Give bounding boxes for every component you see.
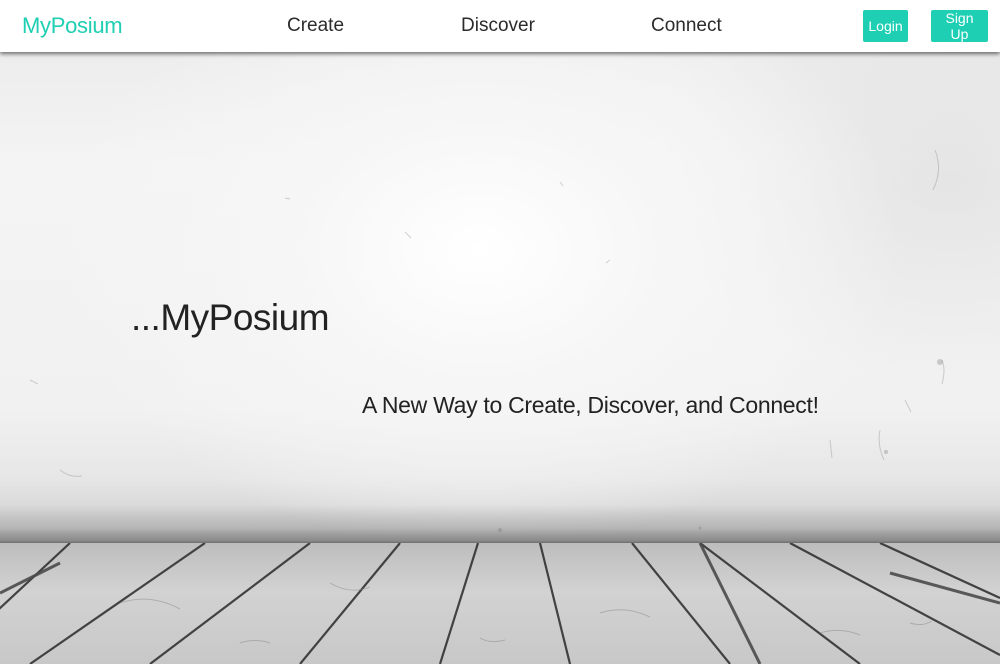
sign-up-button[interactable]: Sign Up — [931, 10, 988, 42]
login-button[interactable]: Login — [863, 10, 908, 42]
brand-logo[interactable]: MyPosium — [22, 13, 123, 39]
page: MyPosium Create Discover Connect Login S… — [0, 0, 1000, 664]
floor-planks — [0, 543, 1000, 664]
hero-title: ...MyPosium — [131, 297, 330, 338]
wall-texture — [29, 149, 945, 532]
wooden-floor — [0, 543, 1000, 664]
nav-link-connect[interactable]: Connect — [651, 15, 722, 37]
hero-tagline: A New Way to Create, Discover, and Conne… — [362, 392, 819, 418]
top-navbar: MyPosium Create Discover Connect Login S… — [0, 0, 1000, 52]
nav-link-discover[interactable]: Discover — [461, 15, 535, 37]
nav-link-create[interactable]: Create — [287, 15, 344, 37]
